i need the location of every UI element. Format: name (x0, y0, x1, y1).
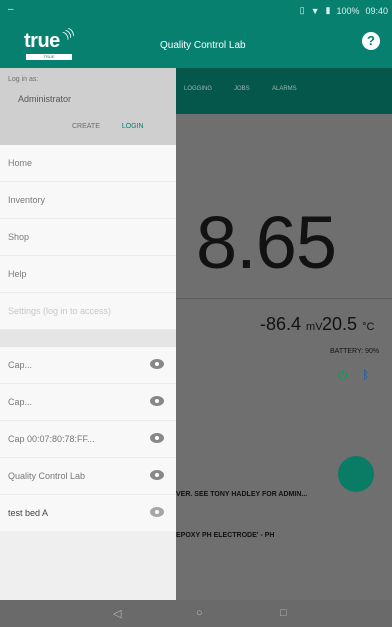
message-ticker: VER. SEE TONY HADLEY FOR ADMIN... (176, 491, 308, 498)
drawer-menu: Home Inventory Shop Help Settings (log i… (0, 145, 176, 330)
tab-bar: LOGGING JOBS ALARMS (176, 68, 392, 114)
clock: 09:40 (365, 5, 388, 16)
menu-item-inventory[interactable]: Inventory (0, 182, 176, 219)
signal-waves-icon: ))) (61, 26, 77, 41)
temp-value: 20.5 (322, 314, 358, 334)
device-label: Cap... (8, 360, 33, 370)
recents-icon[interactable]: □ (280, 607, 287, 619)
mv-reading: -86.4 mV (260, 314, 323, 335)
logo-text: true (24, 30, 60, 52)
home-icon[interactable]: ○ (196, 607, 203, 619)
eye-icon[interactable] (150, 359, 164, 369)
wifi-icon: ▼ (310, 5, 320, 16)
system-nav-bar: ◁ ○ □ (0, 600, 392, 627)
drawer-footer (0, 531, 176, 600)
tab-jobs[interactable]: JOBS (234, 86, 250, 92)
device-list: Cap... Cap... Cap 00:07:80:78:FF... Qual… (0, 347, 176, 532)
device-label: Cap 00:07:80:78:FF... (8, 434, 95, 444)
true-logo: true ))) TRUE (24, 26, 80, 60)
vibrate-icon: ▯ (299, 5, 305, 15)
login-panel: Log in as: Administrator CREATE LOGIN (0, 68, 176, 145)
mv-unit: mV (306, 321, 323, 333)
device-item[interactable]: Cap... (0, 347, 176, 384)
app-title: Quality Control Lab (160, 40, 246, 51)
battery-icon: ▮ (325, 5, 331, 15)
login-actions: CREATE LOGIN (72, 123, 144, 130)
notification-icon: – (8, 4, 14, 15)
user-selector[interactable]: Administrator (18, 94, 71, 104)
device-item[interactable]: test bed A (0, 495, 176, 532)
menu-item-home[interactable]: Home (0, 145, 176, 182)
eye-icon[interactable] (150, 396, 164, 406)
tab-alarms[interactable]: ALARMS (272, 86, 297, 92)
probe-battery: BATTERY: 90% (330, 348, 380, 355)
section-gap (0, 330, 176, 347)
status-bar: – ▯ ▼ ▮ 100% 09:40 (0, 0, 392, 22)
floating-action-button[interactable] (338, 456, 374, 492)
menu-item-shop[interactable]: Shop (0, 219, 176, 256)
help-icon[interactable]: ? (362, 32, 380, 50)
device-label: Quality Control Lab (8, 471, 86, 481)
login-label: Log in as: (8, 76, 39, 83)
device-item[interactable]: Cap... (0, 384, 176, 421)
ph-reading: 8.65 (196, 201, 337, 284)
power-icon[interactable]: ⏻ (338, 368, 348, 383)
logo-tag: TRUE (26, 54, 72, 60)
eye-off-icon[interactable] (150, 507, 164, 517)
temperature-reading: 20.5 °C (322, 314, 374, 335)
device-label: test bed A (8, 508, 49, 518)
device-label: Cap... (8, 397, 33, 407)
back-icon[interactable]: ◁ (113, 607, 121, 620)
login-button[interactable]: LOGIN (122, 123, 144, 130)
probe-ticker: EPOXY PH ELECTRODE' - PH (176, 532, 275, 539)
main-panel-scrim[interactable] (176, 114, 392, 600)
bluetooth-icon: ᛒ (362, 368, 370, 382)
device-item[interactable]: Quality Control Lab (0, 458, 176, 495)
navigation-drawer: Log in as: Administrator CREATE LOGIN Ho… (0, 68, 176, 600)
app-bar: true ))) TRUE Quality Control Lab ? (0, 22, 392, 68)
tab-logging[interactable]: LOGGING (184, 86, 212, 92)
eye-icon[interactable] (150, 470, 164, 480)
mv-value: -86.4 (260, 314, 302, 334)
create-button[interactable]: CREATE (72, 123, 100, 130)
status-icons: ▯ ▼ ▮ 100% 09:40 (300, 5, 388, 16)
eye-icon[interactable] (150, 433, 164, 443)
battery-percent: 100% (336, 5, 360, 16)
temp-unit: °C (362, 321, 375, 333)
menu-item-settings: Settings (log in to access) (0, 293, 176, 330)
divider (176, 298, 392, 299)
menu-item-help[interactable]: Help (0, 256, 176, 293)
device-item[interactable]: Cap 00:07:80:78:FF... (0, 421, 176, 458)
